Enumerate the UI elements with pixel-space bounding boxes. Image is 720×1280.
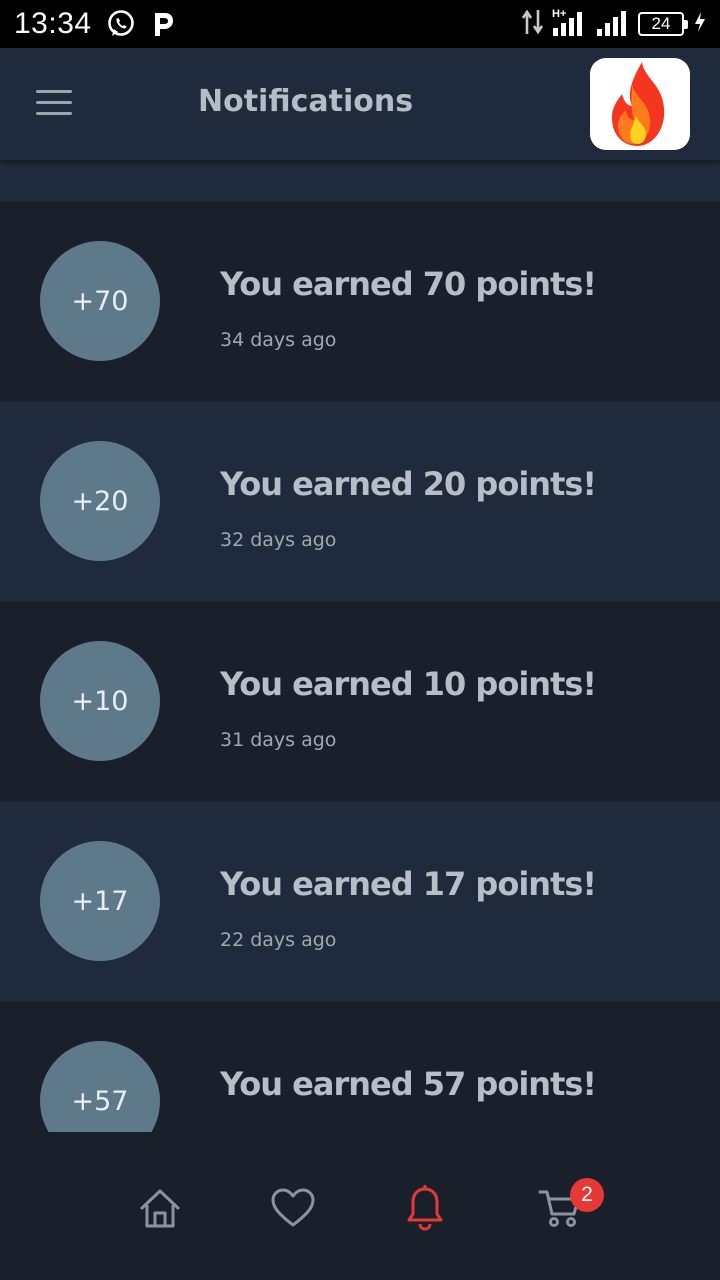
home-icon (138, 1186, 182, 1234)
data-arrows-icon (521, 8, 544, 40)
hamburger-menu-icon[interactable] (36, 90, 74, 118)
notification-time: 32 days ago (220, 529, 337, 551)
heart-icon (270, 1187, 316, 1233)
notification-list[interactable]: +70 You earned 70 points! 34 days ago +2… (0, 160, 720, 1132)
notification-time: 34 days ago (220, 329, 337, 351)
fire-logo-icon[interactable] (590, 58, 690, 150)
points-badge: +10 (40, 641, 160, 761)
points-badge: +20 (40, 441, 160, 561)
notification-title: You earned 57 points! (220, 1065, 597, 1103)
notification-item[interactable]: +10 You earned 10 points! 31 days ago (0, 601, 720, 801)
notification-time: 22 days ago (220, 929, 337, 951)
notification-title: You earned 70 points! (220, 265, 597, 303)
svg-text:H+: H+ (552, 8, 566, 20)
points-badge: +17 (40, 841, 160, 961)
whatsapp-icon (106, 9, 136, 39)
charging-bolt-icon (694, 11, 706, 37)
nav-notifications[interactable] (393, 1182, 457, 1238)
points-badge: +57 (40, 1041, 160, 1132)
bell-icon (406, 1184, 444, 1235)
nav-home[interactable] (128, 1182, 192, 1238)
notification-item[interactable]: +70 You earned 70 points! 34 days ago (0, 201, 720, 401)
parking-p-icon (150, 9, 176, 39)
status-bar: 13:34 H+ 24 (0, 0, 720, 48)
notification-item[interactable]: +20 You earned 20 points! 32 days ago (0, 401, 720, 601)
notification-item[interactable]: +57 You earned 57 points! (0, 1001, 720, 1132)
app-bar: Notifications (0, 48, 720, 160)
hplus-signal-icon: H+ (552, 7, 588, 41)
notification-item[interactable]: +17 You earned 17 points! 22 days ago (0, 801, 720, 1001)
battery-icon: 24 (638, 12, 688, 36)
points-badge: +70 (40, 241, 160, 361)
page-title: Notifications (198, 84, 414, 119)
notification-title: You earned 10 points! (220, 665, 597, 703)
notification-title: You earned 17 points! (220, 865, 597, 903)
signal-icon (596, 7, 630, 41)
cart-count-badge: 2 (570, 1178, 604, 1212)
list-item-partial (0, 160, 720, 201)
bottom-nav: 2 (0, 1132, 720, 1280)
notification-time: 31 days ago (220, 729, 337, 751)
status-time: 13:34 (14, 7, 92, 40)
nav-favorites[interactable] (261, 1182, 325, 1238)
notification-title: You earned 20 points! (220, 465, 597, 503)
